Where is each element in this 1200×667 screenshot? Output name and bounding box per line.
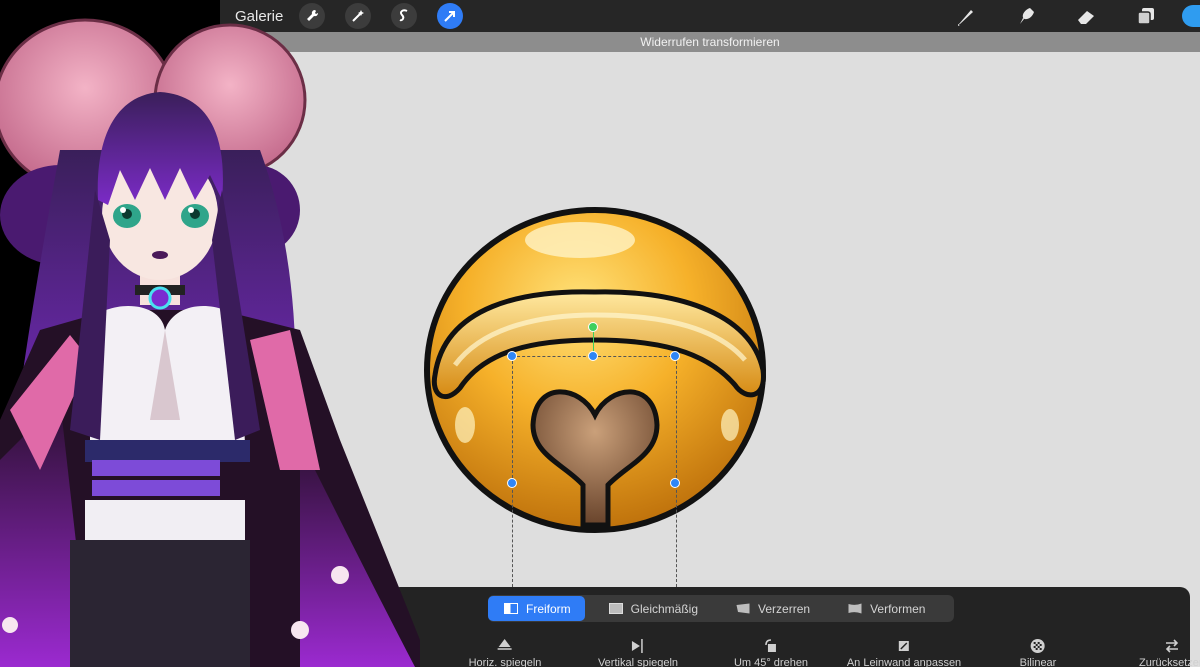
interpolation-button[interactable]: Bilinear	[1020, 637, 1056, 667]
rotate-45-button[interactable]: Um 45° drehen	[734, 637, 808, 667]
mode-label: Verzerren	[758, 601, 811, 616]
fit-canvas-icon	[899, 641, 909, 651]
corner-handle-top-left[interactable]	[507, 351, 517, 361]
flip-vertical-icon	[631, 639, 643, 653]
right-tool-group	[918, 0, 1200, 32]
corner-handle-top-right[interactable]	[670, 351, 680, 361]
mode-warp[interactable]: Verformen	[832, 596, 939, 621]
rotation-handle[interactable]	[588, 322, 598, 332]
transform-mode-segmented-control: Freiform Gleichmäßig Verzerren Verformen	[488, 595, 954, 622]
mode-label: Gleichmäßig	[630, 601, 699, 616]
mode-distort[interactable]: Verzerren	[720, 596, 824, 621]
reset-button[interactable]: Zurücksetzen	[1139, 637, 1200, 667]
transform-actions: Horiz. spiegeln Vertikal spiegeln Um 45°…	[390, 637, 1200, 667]
brush-icon[interactable]	[954, 4, 978, 28]
transform-bounding-box[interactable]	[512, 356, 677, 587]
edge-handle-right[interactable]	[670, 478, 680, 488]
smudge-icon[interactable]	[1014, 4, 1038, 28]
mode-label: Verformen	[870, 601, 926, 616]
flip-horizontal-button[interactable]: Horiz. spiegeln	[469, 637, 541, 667]
transform-panel: Freiform Gleichmäßig Verzerren Verformen…	[390, 587, 1200, 667]
transform-arrow-icon[interactable]	[437, 3, 464, 29]
interpolation-icon	[1031, 639, 1045, 653]
reset-icon	[1165, 639, 1179, 653]
freeform-icon	[504, 603, 518, 614]
edge-handle-top[interactable]	[588, 351, 598, 361]
mode-freeform[interactable]: Freiform	[488, 596, 585, 621]
vtuber-avatar	[0, 18, 420, 667]
layers-icon[interactable]	[1134, 4, 1158, 28]
mode-label: Freiform	[526, 601, 571, 616]
edge-handle-left[interactable]	[507, 478, 517, 488]
fit-to-canvas-button[interactable]: An Leinwand anpassen	[847, 637, 961, 667]
warp-icon	[848, 603, 862, 614]
flip-vertical-button[interactable]: Vertikal spiegeln	[598, 637, 678, 667]
uniform-icon	[608, 603, 623, 614]
distort-icon	[736, 603, 750, 614]
color-icon[interactable]	[1182, 5, 1200, 27]
mode-uniform[interactable]: Gleichmäßig	[593, 596, 712, 621]
flip-horizontal-icon	[497, 639, 512, 650]
rotate-icon	[765, 639, 776, 652]
eraser-icon[interactable]	[1074, 4, 1098, 28]
